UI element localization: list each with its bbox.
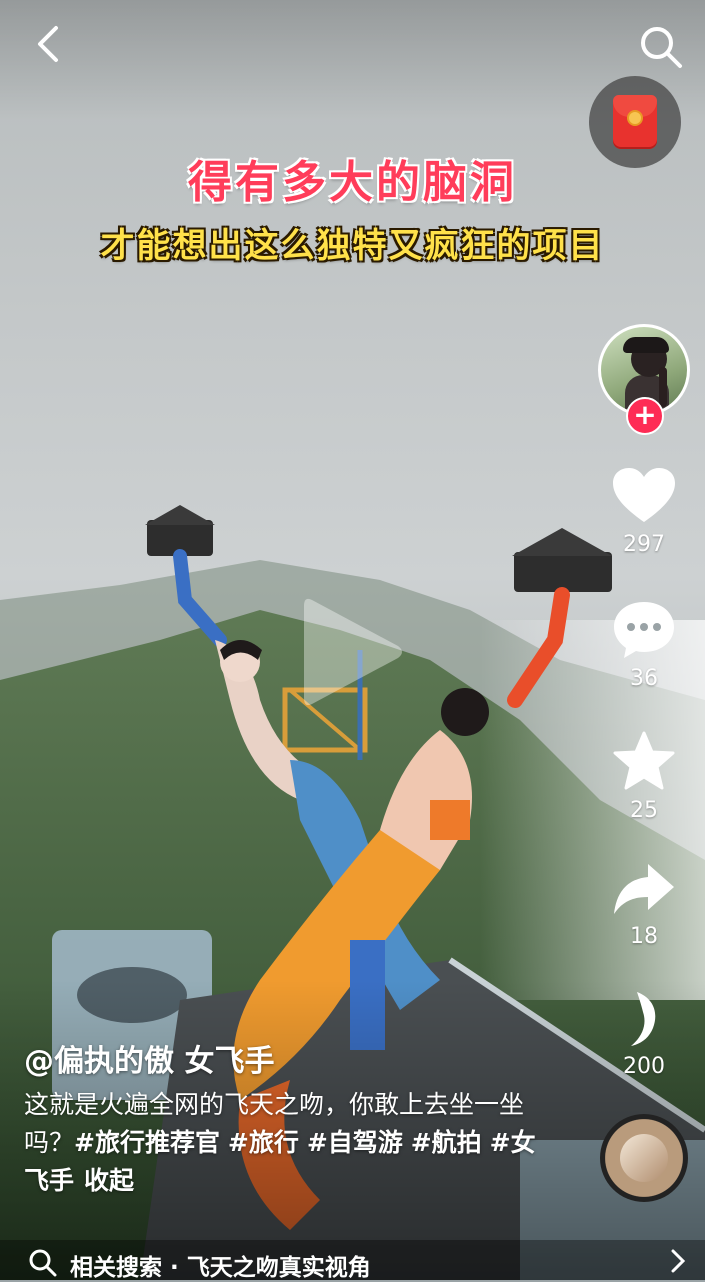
comment-icon <box>614 602 674 658</box>
music-note-icon <box>631 992 656 1046</box>
music-count: 200 <box>623 1054 665 1079</box>
red-packet-icon <box>613 95 657 149</box>
favorite-count: 25 <box>630 798 658 823</box>
collapse-link[interactable]: 收起 <box>84 1166 134 1195</box>
hashtag[interactable]: #旅行推荐官 <box>74 1128 220 1157</box>
hashtag[interactable]: #旅行 <box>228 1128 299 1157</box>
share-button[interactable]: 18 <box>599 860 689 949</box>
back-button[interactable] <box>30 22 70 66</box>
favorite-button[interactable]: 25 <box>599 730 689 823</box>
like-button[interactable]: 297 <box>599 466 689 557</box>
related-search-label: 相关搜索 · 飞天之吻真实视角 <box>70 1255 371 1281</box>
author-handle[interactable]: @偏执的傲 女飞手 <box>24 1036 274 1080</box>
search-button[interactable] <box>636 22 686 72</box>
hashtag[interactable]: #航拍 <box>411 1128 482 1157</box>
share-icon <box>614 864 674 914</box>
star-icon <box>613 731 675 790</box>
comment-count: 36 <box>630 666 658 691</box>
back-arrow-icon <box>38 26 58 62</box>
music-disc[interactable] <box>600 1114 688 1202</box>
chevron-right-icon <box>671 1249 686 1273</box>
search-icon <box>29 1249 57 1277</box>
related-search-bar[interactable]: 相关搜索 · 飞天之吻真实视角 <box>0 1240 705 1281</box>
post-description: 这就是火遍全网的飞天之吻，你敢上去坐一坐吗？#旅行推荐官 #旅行 #自驾游 #航… <box>24 1086 544 1200</box>
follow-button[interactable]: + <box>626 397 664 435</box>
hashtag[interactable]: #自驾游 <box>307 1128 403 1157</box>
music-button[interactable]: 200 <box>599 988 689 1079</box>
like-count: 297 <box>623 532 665 557</box>
play-icon[interactable] <box>298 592 408 712</box>
overlay-caption-line1: 得有多大的脑洞 <box>188 157 517 208</box>
comment-button[interactable]: 36 <box>599 598 689 691</box>
share-count: 18 <box>630 924 658 949</box>
overlay-caption-line2: 才能想出这么独特又疯狂的项目 <box>100 226 605 266</box>
search-icon <box>641 27 682 68</box>
heart-icon <box>613 468 675 522</box>
